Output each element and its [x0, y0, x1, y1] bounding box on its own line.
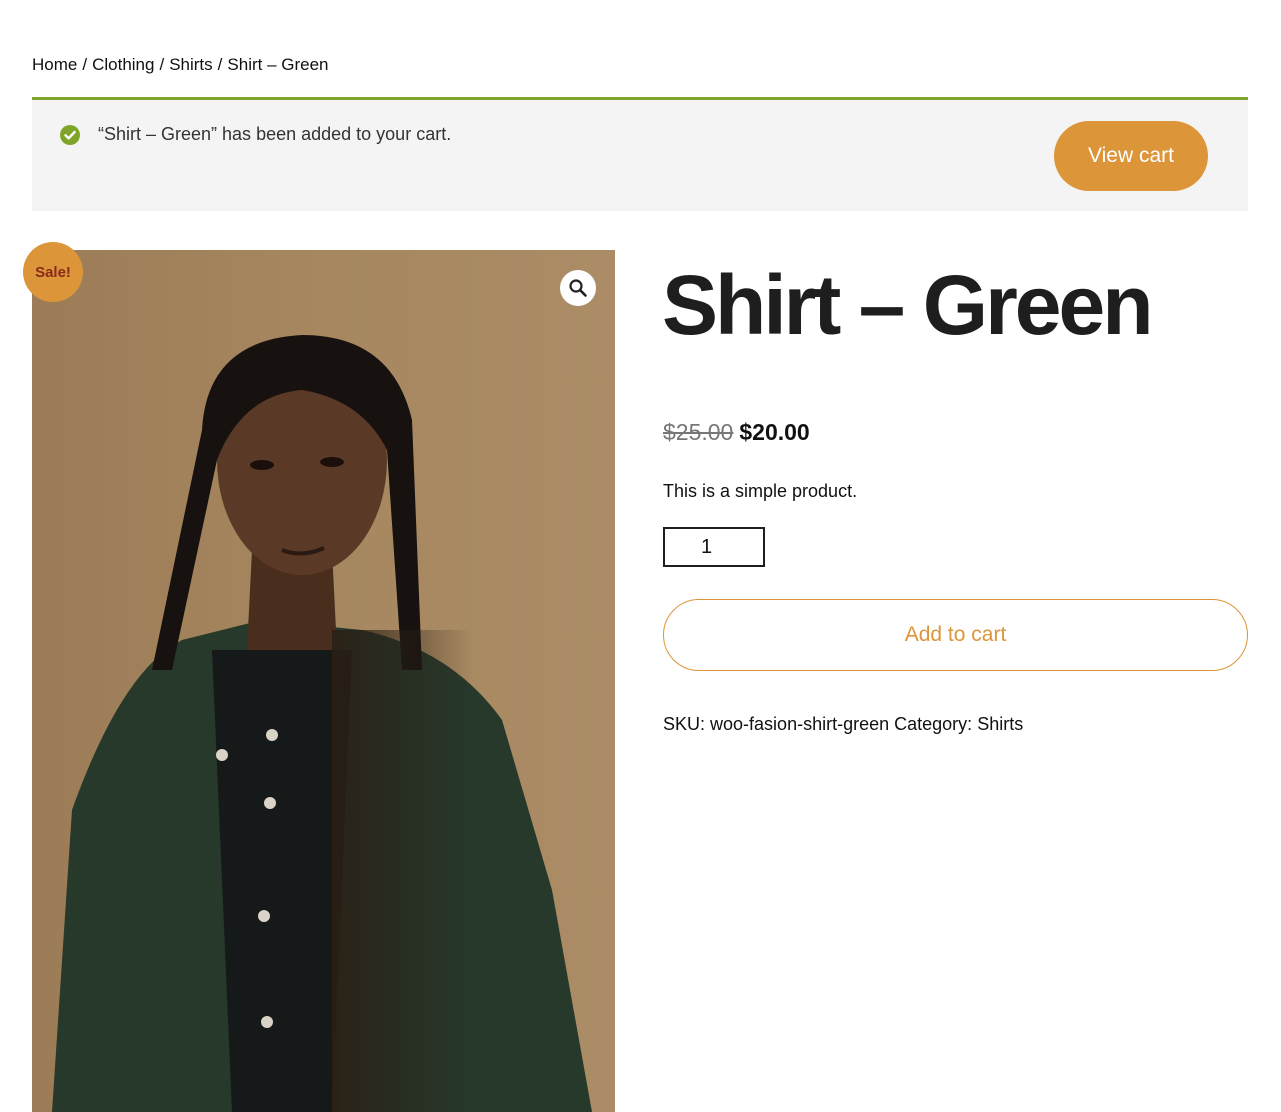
product-title: Shirt – Green — [662, 258, 1154, 352]
breadcrumb-home-link[interactable]: Home — [32, 55, 77, 74]
sku-label: SKU: — [663, 714, 706, 734]
sku-value: woo-fasion-shirt-green — [710, 714, 890, 734]
product-image[interactable] — [32, 250, 615, 1112]
category-link[interactable]: Shirts — [977, 714, 1023, 734]
view-cart-button[interactable]: View cart — [1054, 121, 1208, 191]
breadcrumb: Home / Clothing / Shirts / Shirt – Green — [32, 55, 329, 75]
product-description: This is a simple product. — [663, 481, 858, 501]
zoom-button[interactable] — [560, 270, 596, 306]
magnifier-icon — [569, 279, 587, 297]
product-price: $25.00 $20.00 — [663, 419, 810, 446]
breadcrumb-separator: / — [217, 55, 223, 74]
cart-notice-message: “Shirt – Green” has been added to your c… — [98, 124, 452, 144]
product-photo — [32, 250, 615, 1112]
breadcrumb-shirts-link[interactable]: Shirts — [169, 55, 212, 74]
sale-badge: Sale! — [23, 242, 83, 302]
breadcrumb-separator: / — [82, 55, 88, 74]
breadcrumb-clothing-link[interactable]: Clothing — [92, 55, 154, 74]
original-price: $25.00 — [663, 419, 734, 445]
sale-price: $20.00 — [739, 419, 810, 445]
add-to-cart-button[interactable]: Add to cart — [663, 599, 1248, 671]
quantity-input[interactable] — [663, 527, 765, 567]
check-circle-icon — [60, 125, 80, 145]
category-label: Category: — [894, 714, 973, 734]
breadcrumb-current: Shirt – Green — [227, 55, 329, 74]
breadcrumb-separator: / — [159, 55, 165, 74]
product-meta: SKU: woo-fasion-shirt-green Category: Sh… — [663, 714, 1023, 735]
cart-notice: “Shirt – Green” has been added to your c… — [32, 97, 1248, 211]
